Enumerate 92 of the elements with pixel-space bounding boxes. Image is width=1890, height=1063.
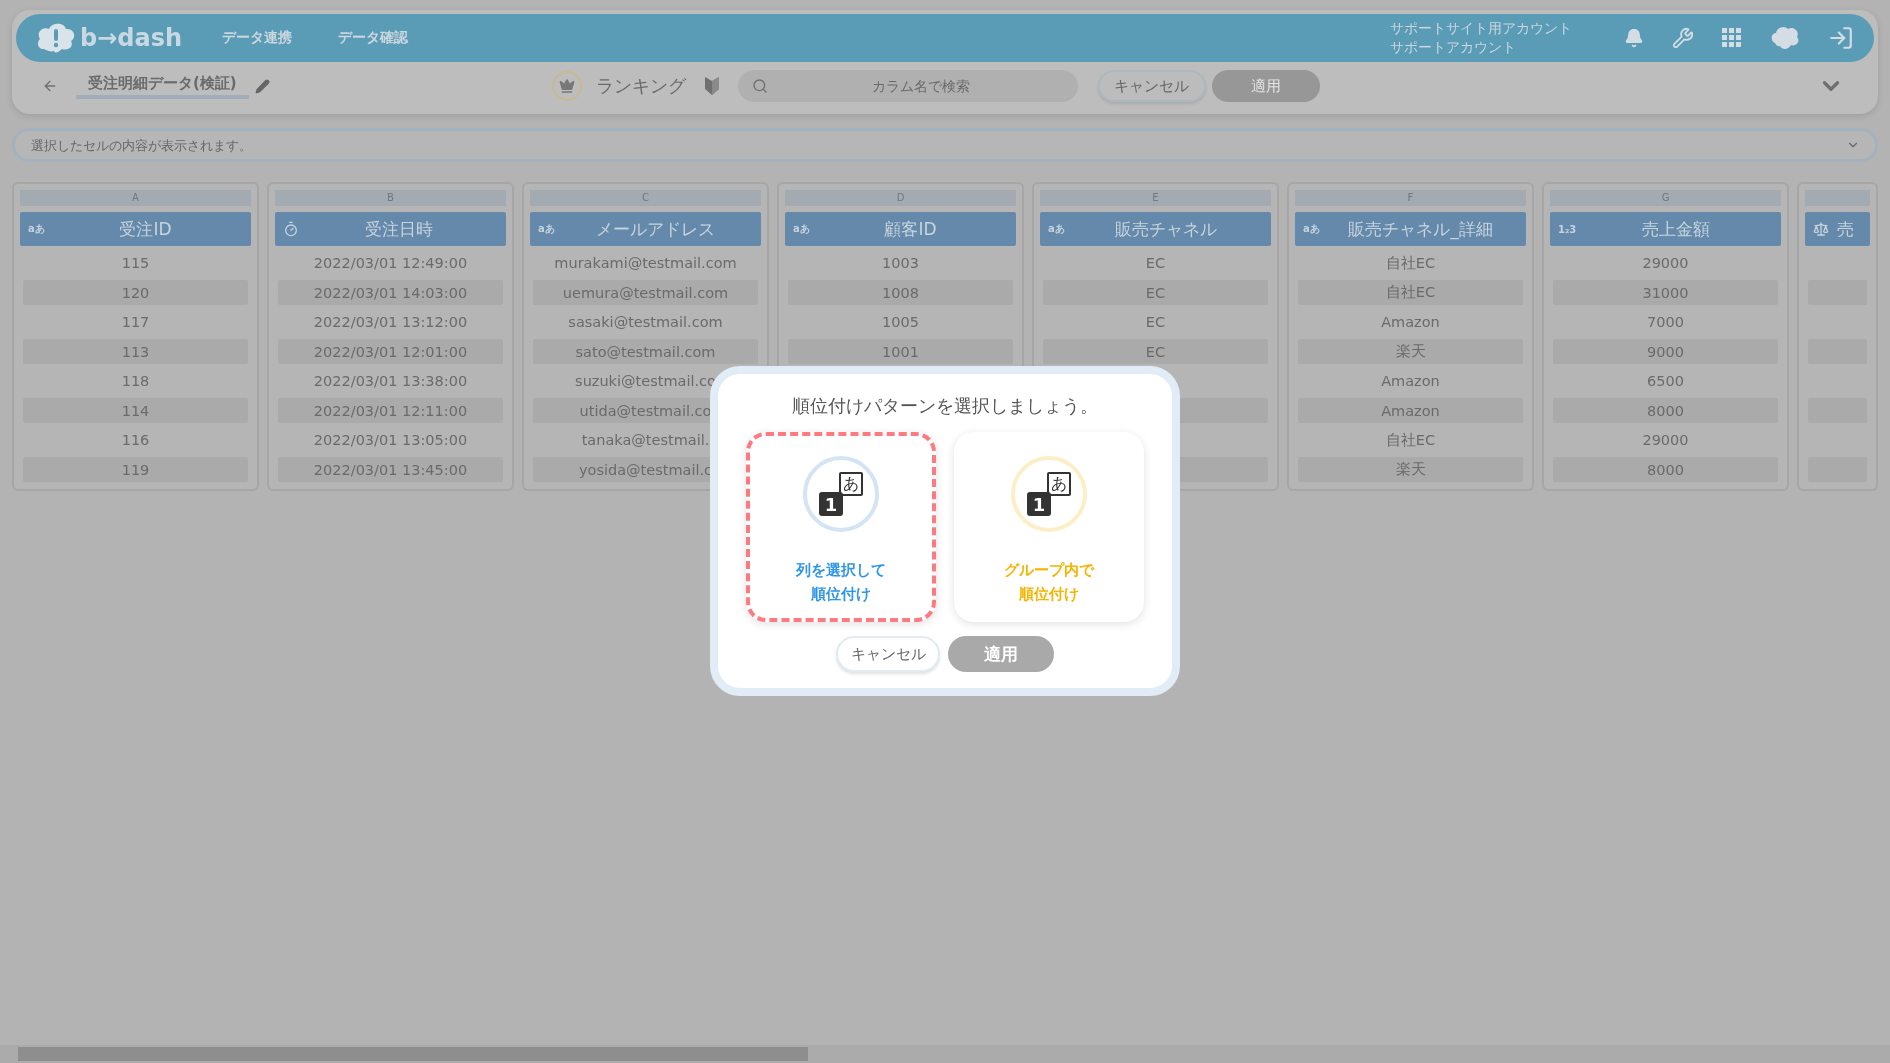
mode-label: ランキング — [595, 74, 686, 98]
column-header[interactable]: aあ 販売チャネル — [1040, 212, 1271, 246]
column-header[interactable]: 売 — [1805, 212, 1870, 246]
scrollbar-thumb[interactable] — [18, 1047, 808, 1061]
ranking-icon: あ 1 — [1011, 456, 1087, 532]
horizontal-scrollbar[interactable] — [0, 1045, 1890, 1063]
type-label: aあ — [1303, 222, 1321, 236]
table-cell: 2022/03/01 12:01:00 — [278, 339, 503, 364]
table-cell-text: 1005 — [881, 313, 920, 332]
column-header[interactable]: aあ メールアドレス — [530, 212, 761, 246]
account-name: サポートサイト用アカウント — [1390, 19, 1572, 38]
table-cell: 楽天 — [1298, 457, 1523, 482]
timer-icon — [283, 221, 299, 237]
logo-text: b→dash — [80, 24, 183, 52]
pencil-icon[interactable] — [254, 78, 270, 94]
column-header[interactable]: aあ 顧客ID — [785, 212, 1016, 246]
table-cell: 119 — [23, 457, 248, 482]
toolbar-button[interactable]: キャンセル — [1097, 70, 1206, 102]
table-cell: uemura@testmail.com — [533, 280, 758, 305]
bell-icon[interactable] — [1624, 28, 1644, 48]
table-cell-text: 7000 — [1646, 313, 1685, 332]
table-cell-text: murakami@testmail.com — [553, 254, 738, 273]
type-label: aあ — [538, 222, 556, 236]
crown-icon — [551, 71, 582, 101]
search-field[interactable]: カラム名で検索 — [737, 70, 1078, 102]
table-cell: 自社EC — [1298, 280, 1523, 305]
dialog-button[interactable]: キャンセル — [836, 636, 940, 672]
table-cell-text: 1003 — [881, 254, 920, 273]
table-cell-text: sasaki@testmail.com — [567, 313, 724, 332]
search-icon — [751, 78, 768, 94]
table-cell: 120 — [23, 280, 248, 305]
table-cell-text: 自社EC — [1384, 253, 1437, 273]
table-cell-text: Amazon — [1380, 372, 1441, 391]
table-cell: 113 — [23, 339, 248, 364]
table-cell: 9000 — [1553, 339, 1778, 364]
grid-icon[interactable] — [1722, 28, 1742, 48]
scale-icon — [1813, 221, 1829, 237]
table-cell: EC — [1043, 339, 1268, 364]
table-cell-text: 118 — [120, 372, 151, 391]
dataset-title: 受注明細データ(検証) — [76, 73, 249, 99]
login-icon[interactable] — [1828, 25, 1854, 51]
table-cell: 1001 — [788, 339, 1013, 364]
table-cell: 8000 — [1553, 398, 1778, 423]
table-cell-text: 116 — [120, 431, 151, 450]
option-label: グループ内で 順位付け — [1004, 560, 1094, 605]
account-name: サポートアカウント — [1390, 38, 1517, 57]
table-cell-text: 自社EC — [1384, 430, 1437, 450]
table-cell: EC — [1043, 280, 1268, 305]
table-cell: sato@testmail.com — [533, 339, 758, 364]
table-cell: 2022/03/01 14:03:00 — [278, 280, 503, 305]
nav-link[interactable]: データ確認 — [338, 29, 409, 47]
leaf-mark-icon — [703, 76, 720, 96]
table-cell-text: EC — [1144, 254, 1167, 273]
logo-icon — [36, 21, 76, 55]
table-cell: 31000 — [1553, 280, 1778, 305]
column-header[interactable]: aあ 販売チャネル_詳細 — [1295, 212, 1526, 246]
pattern-option[interactable]: あ 1 列を選択して 順位付け — [746, 432, 936, 622]
column-header[interactable]: aあ 受注ID — [20, 212, 251, 246]
mascot-icon[interactable] — [1770, 25, 1800, 51]
type-label: aあ — [1048, 222, 1066, 236]
table-cell: 楽天 — [1298, 339, 1523, 364]
table-cell-text: suzuki@testmail.co — [574, 372, 717, 391]
table-cell-text: 117 — [120, 313, 151, 332]
cell-preview-field[interactable]: 選択したセルの内容が表示されます。 — [12, 128, 1878, 162]
dialog-title: 順位付けパターンを選択しましょう。 — [792, 394, 1098, 418]
table-cell-text: 2022/03/01 13:05:00 — [312, 431, 469, 450]
type-label: 1₂3 — [1558, 223, 1578, 235]
type-label: aあ — [793, 222, 811, 236]
table-cell-text: Amazon — [1380, 313, 1441, 332]
table-cell-text: 6500 — [1646, 372, 1685, 391]
table-cell-text: 115 — [120, 254, 151, 273]
wrench-icon[interactable] — [1672, 27, 1694, 49]
table-cell: Amazon — [1298, 398, 1523, 423]
type-label: aあ — [28, 222, 46, 236]
column-header[interactable]: 1₂3 売上金額 — [1550, 212, 1781, 246]
table-cell-text: 2022/03/01 12:49:00 — [312, 254, 469, 273]
table-cell: 8000 — [1553, 457, 1778, 482]
table-cell-text: 29000 — [1641, 431, 1690, 450]
table-cell: 1008 — [788, 280, 1013, 305]
table-cell-text: tanaka@testmail. — [580, 431, 711, 450]
table-cell: 2022/03/01 12:11:00 — [278, 398, 503, 423]
column-header[interactable]: 受注日時 — [275, 212, 506, 246]
nav-link[interactable]: データ連携 — [222, 29, 293, 47]
table-cell-text: EC — [1144, 313, 1167, 332]
ranking-icon: あ 1 — [803, 456, 879, 532]
table-cell: 2022/03/01 13:45:00 — [278, 457, 503, 482]
table-cell-text: 2022/03/01 13:12:00 — [312, 313, 469, 332]
back-icon[interactable] — [42, 78, 58, 94]
table-cell-text: 2022/03/01 13:38:00 — [312, 372, 469, 391]
table-cell-text: 29000 — [1641, 254, 1690, 273]
table-cell: 114 — [23, 398, 248, 423]
option-label: 列を選択して 順位付け — [796, 560, 886, 605]
